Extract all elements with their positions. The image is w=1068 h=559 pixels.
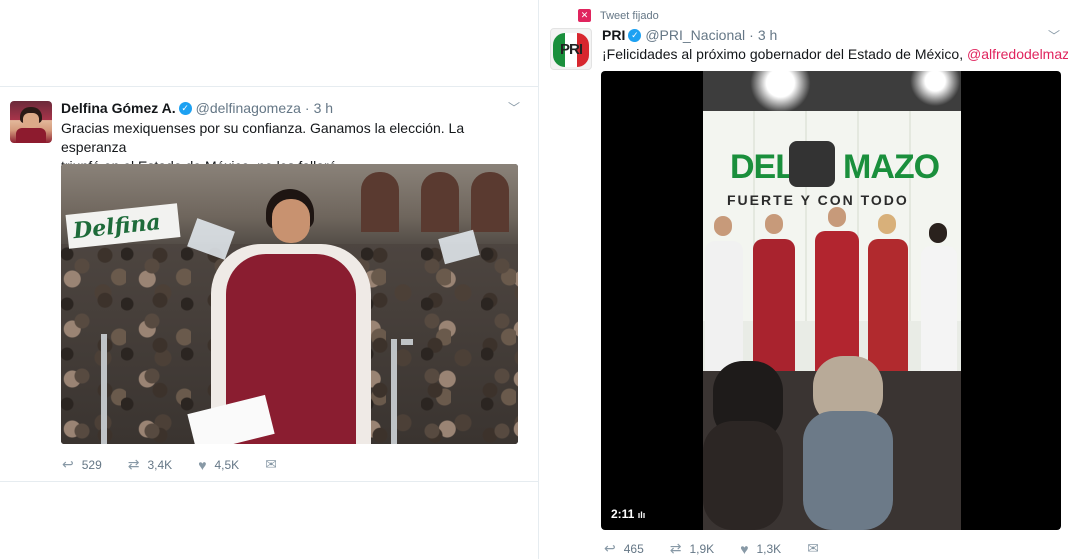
timestamp[interactable]: 3 h [758,27,777,43]
reply-icon: ↩ [604,540,616,556]
tweet-actions: ↩ 465 ⇄ 1,9K ♥ 1,3K ✉ [604,540,845,557]
dm-icon: ✉ [807,540,819,556]
retweet-count: 3,4K [147,457,173,472]
dm-icon: ✉ [265,456,277,472]
retweet-icon: ⇄ [127,456,140,472]
separator: · [749,27,754,43]
tweet-delfina[interactable]: Delfina Gómez A. ✓ @delfinagomeza · 3 h … [0,86,538,482]
dm-button[interactable]: ✉ [807,540,819,557]
display-name[interactable]: Delfina Gómez A. [61,100,176,116]
retweet-button[interactable]: ⇄ 1,9K [670,540,714,557]
pinned-label: Tweet fijado [600,9,659,22]
tweet-text: ¡Felicidades al próximo gobernador del E… [602,45,1068,64]
video-duration: 2:11 ılı [611,507,645,521]
retweet-button[interactable]: ⇄ 3,4K [128,456,172,473]
tweet-video[interactable]: DEL MAZO FUERTE Y CON TODO 2:11 ılı [601,71,1061,530]
tweet-header: PRI ✓ @PRI_Nacional · 3 h [602,27,777,43]
backdrop-slogan-text: FUERTE Y CON TODO [727,192,909,208]
like-button[interactable]: ♥ 4,5K [198,457,239,473]
backdrop-mazo-text: MAZO [843,148,940,186]
tweet-text-part: ¡Felicidades al próximo gobernador del E… [602,46,967,62]
display-name[interactable]: PRI [602,27,625,43]
handle[interactable]: @delfinagomeza [196,100,301,116]
like-count: 4,5K [214,457,240,472]
duration-text: 2:11 [611,507,635,521]
dm-button[interactable]: ✉ [265,456,277,473]
avatar[interactable] [10,101,52,143]
tweet-photo[interactable]: Delfina [61,164,518,444]
tweet-actions: ↩ 529 ⇄ 3,4K ♥ 4,5K ✉ [62,456,303,473]
mention-link[interactable]: @alfredodelmazo [967,46,1068,62]
like-count: 1,3K [756,541,782,556]
reply-icon: ↩ [62,456,74,472]
chevron-down-icon[interactable]: ﹀ [508,99,520,116]
verified-icon: ✓ [178,101,192,115]
heart-icon: ♥ [198,456,207,473]
tweet-header: Delfina Gómez A. ✓ @delfinagomeza · 3 h [61,100,333,116]
retweet-icon: ⇄ [669,540,682,556]
pinned-indicator: ✕ Tweet fijado [578,9,659,22]
heart-icon: ♥ [740,540,749,557]
pin-icon: ✕ [578,9,591,22]
reply-button[interactable]: ↩ 465 [604,540,644,557]
chevron-down-icon[interactable]: ﹀ [1048,27,1060,44]
separator: · [304,100,310,116]
like-button[interactable]: ♥ 1,3K [740,541,781,557]
tweet-text-line: Gracias mexiquenses por su confianza. Ga… [61,120,465,155]
column-divider [538,0,539,559]
backdrop-del-text: DEL [730,148,796,186]
verified-icon: ✓ [628,28,642,42]
retweet-count: 1,9K [689,541,715,556]
handle[interactable]: @PRI_Nacional [645,27,745,43]
reply-count: 529 [81,457,102,472]
avatar-text: PRI [559,41,583,58]
avatar[interactable]: PRI [550,28,592,70]
reply-count: 465 [623,541,644,556]
timestamp[interactable]: 3 h [314,100,333,116]
volume-bars-icon: ılı [637,510,646,520]
reply-button[interactable]: ↩ 529 [62,456,102,473]
